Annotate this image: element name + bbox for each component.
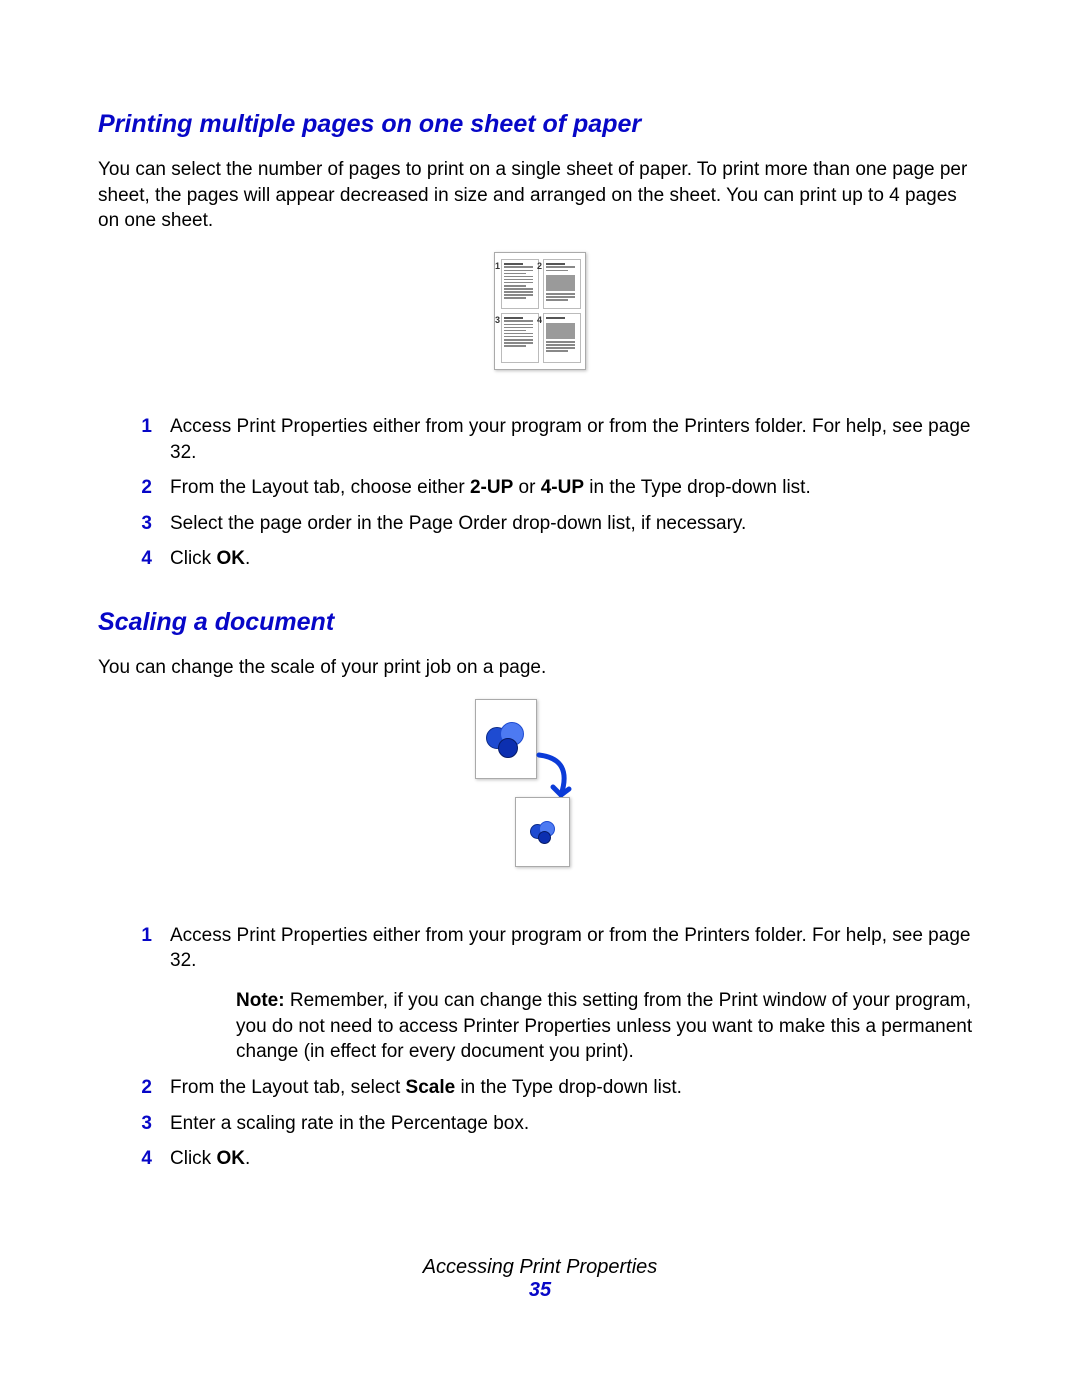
text-fragment: Access Print Properties either from your…: [170, 925, 970, 972]
step-number: 3: [98, 1111, 170, 1137]
footer-title: Accessing Print Properties: [98, 1256, 982, 1279]
step-text: Enter a scaling rate in the Percentage b…: [170, 1111, 982, 1137]
bold-text: OK: [216, 1148, 245, 1169]
step: 3 Enter a scaling rate in the Percentage…: [98, 1111, 982, 1137]
step-number: 4: [98, 1146, 170, 1172]
figure-scaling: [98, 699, 982, 885]
step-number: 2: [98, 1075, 170, 1101]
cell-number: 2: [537, 261, 542, 271]
bold-text: 4-UP: [541, 477, 584, 498]
text-fragment: Click: [170, 548, 216, 569]
note-text: Remember, if you can change this setting…: [236, 990, 972, 1062]
text-fragment: Click: [170, 1148, 216, 1169]
cell-number: 1: [495, 261, 500, 271]
large-page-icon: [475, 699, 537, 779]
step: 1 Access Print Properties either from yo…: [98, 414, 982, 465]
step-text: From the Layout tab, select Scale in the…: [170, 1075, 982, 1101]
small-page-icon: [515, 797, 570, 867]
scaling-illustration-icon: [475, 699, 605, 879]
step-text: Click OK.: [170, 1146, 982, 1172]
text-fragment: From the Layout tab, choose either: [170, 477, 470, 498]
step: 1 Access Print Properties either from yo…: [98, 923, 982, 1065]
text-fragment: in the Type drop-down list.: [455, 1077, 682, 1098]
step-text: From the Layout tab, choose either 2-UP …: [170, 475, 982, 501]
step: 3 Select the page order in the Page Orde…: [98, 511, 982, 537]
step-text: Click OK.: [170, 546, 982, 572]
bold-text: 2-UP: [470, 477, 513, 498]
intro-multiple-pages: You can select the number of pages to pr…: [98, 157, 982, 234]
heading-multiple-pages: Printing multiple pages on one sheet of …: [98, 110, 982, 139]
bold-text: OK: [216, 548, 245, 569]
page-number: 35: [98, 1279, 982, 1302]
bold-text: Scale: [406, 1077, 456, 1098]
step-number: 4: [98, 546, 170, 572]
step-number: 1: [98, 923, 170, 949]
cell-number: 4: [537, 315, 542, 325]
step-text: Access Print Properties either from your…: [170, 923, 982, 1065]
step-number: 1: [98, 414, 170, 440]
text-fragment: or: [513, 477, 540, 498]
heading-scaling: Scaling a document: [98, 608, 982, 637]
step: 4 Click OK.: [98, 1146, 982, 1172]
steps-multiple-pages: 1 Access Print Properties either from yo…: [98, 414, 982, 572]
note-label: Note:: [236, 990, 285, 1011]
document-page: Printing multiple pages on one sheet of …: [0, 0, 1080, 1362]
intro-scaling: You can change the scale of your print j…: [98, 655, 982, 681]
step-text: Access Print Properties either from your…: [170, 414, 982, 465]
step-text: Select the page order in the Page Order …: [170, 511, 982, 537]
text-fragment: .: [245, 1148, 250, 1169]
step-number: 2: [98, 475, 170, 501]
figure-4up: 1 2 3 4: [98, 252, 982, 376]
text-fragment: .: [245, 548, 250, 569]
cell-number: 3: [495, 315, 500, 325]
page-footer: Accessing Print Properties 35: [98, 1256, 982, 1302]
note-block: Note: Remember, if you can change this s…: [236, 988, 982, 1065]
text-fragment: From the Layout tab, select: [170, 1077, 406, 1098]
text-fragment: in the Type drop-down list.: [584, 477, 811, 498]
step: 4 Click OK.: [98, 546, 982, 572]
step-number: 3: [98, 511, 170, 537]
step: 2 From the Layout tab, select Scale in t…: [98, 1075, 982, 1101]
step: 2 From the Layout tab, choose either 2-U…: [98, 475, 982, 501]
four-up-sheet-icon: 1 2 3 4: [494, 252, 586, 370]
steps-scaling: 1 Access Print Properties either from yo…: [98, 923, 982, 1172]
